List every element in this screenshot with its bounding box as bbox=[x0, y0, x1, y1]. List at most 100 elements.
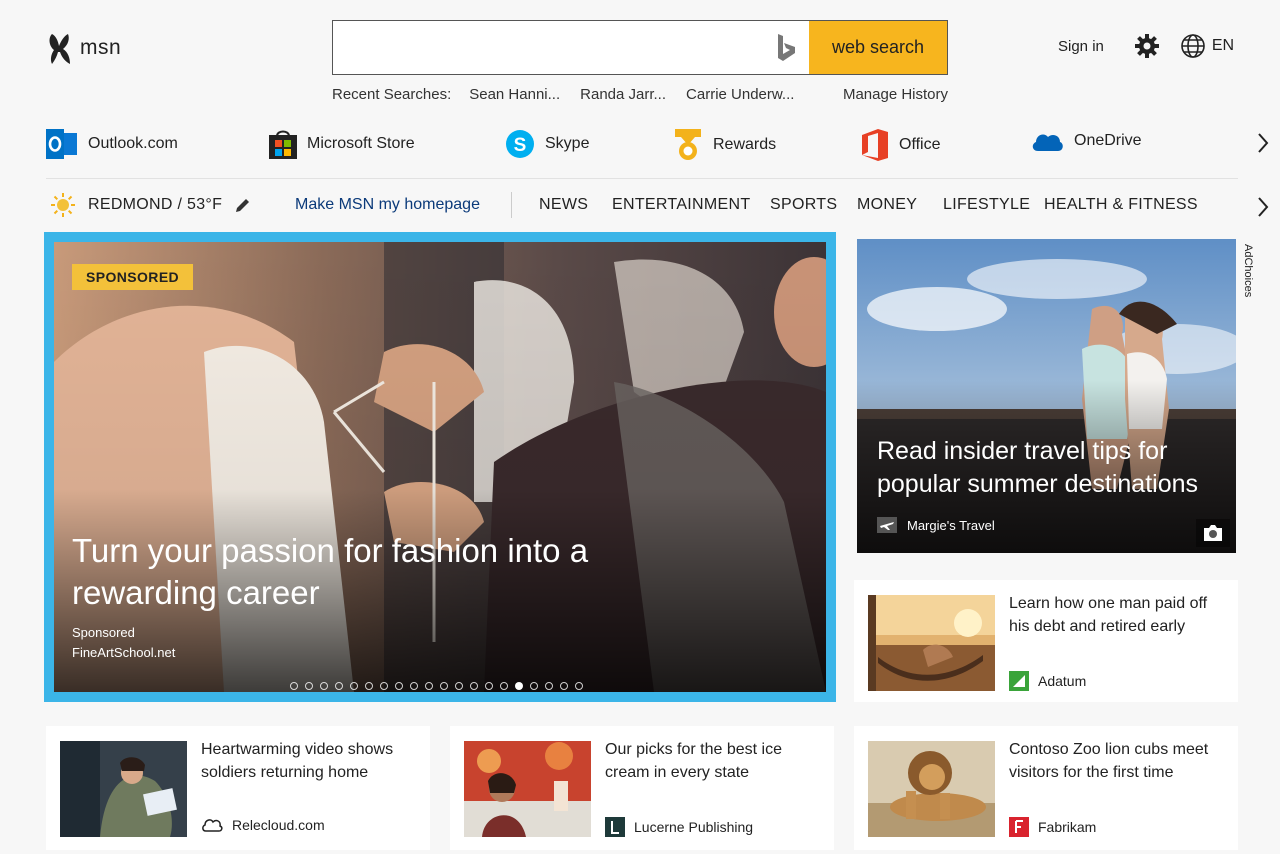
carousel-dot[interactable] bbox=[515, 682, 523, 690]
adatum-icon bbox=[1009, 671, 1029, 691]
divider bbox=[46, 178, 1238, 179]
carousel-dot[interactable] bbox=[485, 682, 493, 690]
web-search-button[interactable]: web search bbox=[809, 21, 947, 74]
app-microsoft-store[interactable]: Microsoft Store bbox=[269, 129, 415, 159]
carousel-dot[interactable] bbox=[350, 682, 358, 690]
hero-sponsored-label: Sponsored bbox=[72, 625, 135, 640]
manage-history-link[interactable]: Manage History bbox=[843, 86, 948, 103]
camera-icon[interactable] bbox=[1196, 519, 1230, 547]
msn-logo[interactable]: msn bbox=[46, 30, 121, 66]
travel-image bbox=[857, 239, 1236, 553]
bing-icon bbox=[763, 21, 809, 74]
recent-searches-label: Recent Searches: bbox=[332, 86, 452, 103]
language-selector[interactable]: EN bbox=[1180, 33, 1234, 59]
carousel-dot[interactable] bbox=[335, 682, 343, 690]
carousel-dot[interactable] bbox=[290, 682, 298, 690]
carousel-dot[interactable] bbox=[305, 682, 313, 690]
nav-item-sports[interactable]: SPORTS bbox=[770, 196, 837, 214]
pencil-icon[interactable] bbox=[234, 196, 252, 214]
gear-icon[interactable] bbox=[1134, 33, 1160, 59]
search-box: web search bbox=[332, 20, 948, 75]
carousel-dot[interactable] bbox=[440, 682, 448, 690]
nav-item-money[interactable]: MONEY bbox=[857, 196, 917, 214]
adchoices-link[interactable]: AdChoices bbox=[1240, 244, 1258, 324]
rewards-icon bbox=[675, 129, 701, 160]
nav-item-lifestyle[interactable]: LIFESTYLE bbox=[943, 196, 1030, 214]
app-onedrive[interactable]: OneDrive bbox=[1030, 129, 1142, 153]
carousel-dot[interactable] bbox=[410, 682, 418, 690]
app-label: Outlook.com bbox=[88, 135, 178, 152]
carousel-dot[interactable] bbox=[545, 682, 553, 690]
story-source: Relecloud.com bbox=[201, 817, 325, 833]
carousel-dot[interactable] bbox=[530, 682, 538, 690]
travel-headline[interactable]: Read insider travel tips for popular sum… bbox=[877, 435, 1227, 501]
skype-icon: S bbox=[506, 130, 534, 158]
story-thumbnail bbox=[868, 741, 995, 837]
story-card[interactable]: Our picks for the best ice cream in ever… bbox=[450, 726, 834, 850]
onedrive-icon bbox=[1032, 134, 1063, 151]
app-label: Office bbox=[899, 136, 941, 153]
carousel-dot[interactable] bbox=[455, 682, 463, 690]
story-source: Lucerne Publishing bbox=[605, 817, 753, 837]
svg-text:S: S bbox=[514, 135, 527, 156]
hero-source: FineArtSchool.net bbox=[72, 645, 176, 660]
app-outlook[interactable]: Outlook.com bbox=[46, 129, 178, 159]
story-headline[interactable]: Contoso Zoo lion cubs meet visitors for … bbox=[1009, 738, 1229, 784]
nav-bar: REDMOND / 53°F Make MSN my homepage NEWS… bbox=[46, 188, 1278, 222]
story-card[interactable]: Contoso Zoo lion cubs meet visitors for … bbox=[854, 726, 1238, 850]
chevron-right-icon[interactable] bbox=[1256, 132, 1270, 159]
language-label: EN bbox=[1211, 37, 1235, 54]
weather-label: REDMOND / 53°F bbox=[88, 196, 223, 213]
nav-item-health-fitness[interactable]: HEALTH & FITNESS bbox=[1044, 196, 1198, 214]
nav-separator bbox=[511, 192, 512, 218]
app-label: OneDrive bbox=[1074, 132, 1142, 149]
recent-search-item[interactable]: Sean Hanni... bbox=[469, 86, 560, 103]
recent-search-item[interactable]: Carrie Underw... bbox=[686, 86, 794, 103]
story-headline[interactable]: Learn how one man paid off his debt and … bbox=[1009, 592, 1229, 638]
story-card[interactable]: Learn how one man paid off his debt and … bbox=[854, 580, 1238, 702]
carousel-dot[interactable] bbox=[470, 682, 478, 690]
app-office[interactable]: Office bbox=[861, 129, 941, 161]
make-homepage-link[interactable]: Make MSN my homepage bbox=[295, 196, 480, 214]
lucerne-publishing-icon bbox=[605, 817, 625, 837]
weather-widget[interactable]: REDMOND / 53°F bbox=[50, 192, 252, 218]
hero-headline[interactable]: Turn your passion for fashion into a rew… bbox=[72, 530, 672, 614]
app-shortcuts: Outlook.com Microsoft Store S Skype Rewa… bbox=[46, 126, 1278, 164]
sign-in-link[interactable]: Sign in bbox=[1058, 38, 1104, 55]
carousel-dot[interactable] bbox=[395, 682, 403, 690]
search-input[interactable] bbox=[333, 21, 763, 74]
carousel-dot[interactable] bbox=[560, 682, 568, 690]
story-headline[interactable]: Our picks for the best ice cream in ever… bbox=[605, 738, 825, 784]
carousel-dot[interactable] bbox=[365, 682, 373, 690]
carousel-dot[interactable] bbox=[425, 682, 433, 690]
story-source-label: Lucerne Publishing bbox=[634, 819, 754, 835]
chevron-right-icon[interactable] bbox=[1256, 196, 1270, 223]
story-source: Fabrikam bbox=[1009, 817, 1096, 837]
nav-item-news[interactable]: NEWS bbox=[539, 196, 588, 214]
adchoices-label: AdChoices bbox=[1242, 244, 1254, 298]
hero-carousel[interactable]: SPONSORED Turn your passion for fashion … bbox=[44, 232, 836, 702]
story-thumbnail bbox=[60, 741, 187, 837]
travel-story-card[interactable]: Read insider travel tips for popular sum… bbox=[857, 239, 1236, 553]
logo-text: msn bbox=[80, 36, 122, 59]
butterfly-icon bbox=[49, 34, 70, 64]
carousel-dot[interactable] bbox=[380, 682, 388, 690]
nav-item-entertainment[interactable]: ENTERTAINMENT bbox=[612, 196, 750, 214]
airplane-icon bbox=[877, 517, 897, 533]
carousel-dot[interactable] bbox=[320, 682, 328, 690]
story-headline[interactable]: Heartwarming video shows soldiers return… bbox=[201, 738, 421, 784]
app-label: Microsoft Store bbox=[307, 135, 415, 152]
story-source: Adatum bbox=[1009, 671, 1086, 691]
carousel-dot[interactable] bbox=[575, 682, 583, 690]
app-label: Skype bbox=[545, 135, 590, 152]
story-source-label: Fabrikam bbox=[1038, 819, 1097, 835]
travel-source: Margie's Travel bbox=[877, 517, 995, 533]
carousel-dot[interactable] bbox=[500, 682, 508, 690]
app-skype[interactable]: S Skype bbox=[505, 129, 589, 159]
app-rewards[interactable]: Rewards bbox=[673, 129, 776, 161]
story-thumbnail bbox=[464, 741, 591, 837]
app-label: Rewards bbox=[713, 136, 777, 153]
carousel-dots bbox=[290, 682, 583, 690]
recent-search-item[interactable]: Randa Jarr... bbox=[580, 86, 666, 103]
story-card[interactable]: Heartwarming video shows soldiers return… bbox=[46, 726, 430, 850]
